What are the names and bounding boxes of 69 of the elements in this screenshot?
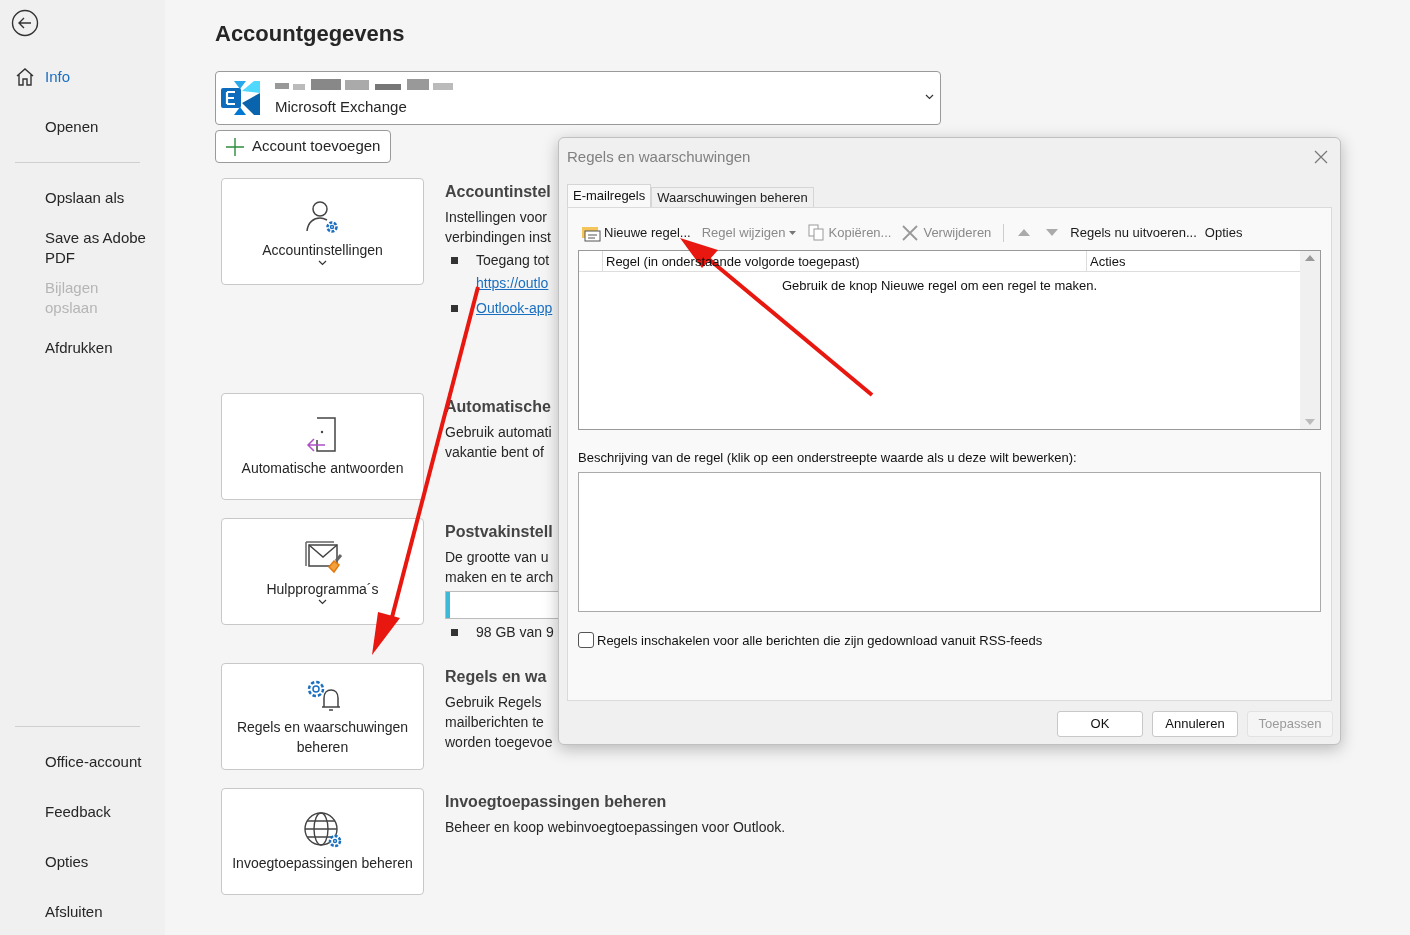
empty-message: Gebruik de knop Nieuwe regel om een regel te maken.	[780, 277, 1099, 295]
delete-icon	[901, 223, 920, 242]
bullet-icon	[451, 628, 458, 636]
sidebar-item[interactable]: Office-account	[0, 737, 150, 787]
tab[interactable]: Waarschuwingen beheren	[651, 187, 814, 207]
section-text: mailberichten te	[445, 713, 545, 732]
envelope-brush-icon	[302, 538, 343, 575]
scroll-up-icon[interactable]	[1305, 255, 1315, 261]
dialog-button[interactable]: OK	[1057, 711, 1143, 737]
triangle-down-icon	[1046, 229, 1059, 236]
section-text: 98 GB van 9	[476, 622, 554, 642]
section-title: Regels en wa	[445, 667, 548, 687]
checkbox[interactable]	[578, 632, 594, 649]
dropdown-chevron-icon	[925, 94, 934, 100]
copy-icon	[807, 224, 825, 241]
link[interactable]: Outlook-app	[476, 297, 553, 319]
toolbar-button[interactable]: Regels nu uitvoeren...	[1066, 222, 1201, 243]
section-text: Instellingen voor	[445, 208, 548, 227]
chevron-down-icon	[318, 259, 327, 266]
section-text: Beheer en koop webinvoegtoepassingen voor Outlook.	[445, 818, 786, 837]
feature-card[interactable]: Invoegtoepassingen beheren	[221, 788, 424, 895]
chevron-down-icon	[318, 598, 327, 605]
account-selector[interactable]: Microsoft Exchange	[215, 71, 941, 125]
account-type: Microsoft Exchange	[275, 96, 407, 117]
sidebar-item[interactable]: Opslaan als	[0, 173, 150, 223]
sidebar-item[interactable]: Afdrukken	[0, 323, 150, 373]
tab[interactable]: E-mailregels	[567, 184, 652, 207]
column-header: Acties	[1089, 253, 1127, 271]
close-button[interactable]	[1314, 150, 1328, 164]
toolbar-button[interactable]: Nieuwe regel...	[578, 222, 694, 243]
home-icon	[15, 67, 35, 87]
triangle-up-icon	[1018, 229, 1031, 236]
sidebar-item[interactable]: Save as Adobe PDF	[0, 223, 150, 273]
add-account-button[interactable]: Account toevoegen	[215, 130, 392, 163]
section-title: Invoegtoepassingen beheren	[445, 792, 668, 812]
toolbar-button[interactable]: Opties	[1200, 222, 1247, 243]
section-text: De grootte van u	[445, 548, 550, 567]
section-text: Gebruik automati	[445, 423, 552, 442]
caret-icon	[788, 230, 796, 235]
section-title: Accountinstel	[445, 182, 552, 202]
description-label: Beschrijving van de regel (klik op een onderstreepte waarde als u deze wilt bewerken):	[578, 449, 1078, 467]
section-text: verbindingen inst	[445, 228, 552, 247]
checkbox-label: Regels inschakelen voor alle berichten die zijn gedownload vanuit RSS-feeds	[597, 631, 1043, 650]
sidebar-item[interactable]: Afsluiten	[0, 887, 150, 935]
feature-card[interactable]: Accountinstellingen	[221, 178, 424, 285]
section-title: Postvakinstell	[445, 522, 554, 542]
section-text: maken en te arch	[445, 568, 555, 587]
dialog-title: Regels en waarschuwingen	[567, 146, 751, 167]
plus-icon	[226, 137, 244, 156]
scroll-down-icon[interactable]	[1305, 419, 1315, 425]
back-button[interactable]	[10, 8, 40, 38]
globe-gear-icon	[302, 810, 343, 849]
sidebar-item[interactable]: Info	[0, 52, 150, 102]
dialog-button[interactable]: Annuleren	[1152, 711, 1238, 737]
sidebar-item[interactable]: Feedback	[0, 787, 150, 837]
exchange-logo-icon	[220, 79, 260, 117]
bullet-icon	[451, 256, 458, 264]
feature-card[interactable]: Automatische antwoorden	[221, 393, 424, 500]
sidebar-item[interactable]: Opties	[0, 837, 150, 887]
page-title: Accountgegevens	[215, 20, 406, 48]
section-text: Gebruik Regels	[445, 693, 543, 712]
feature-card[interactable]: Regels en waarschuwingen beheren	[221, 663, 424, 770]
section-text: Toegang tot	[476, 250, 550, 270]
section-text: worden toegevoe	[445, 733, 553, 752]
link[interactable]: https://outlo	[476, 273, 553, 293]
sidebar-item[interactable]: Openen	[0, 102, 150, 152]
section-text: vakantie bent of	[445, 443, 545, 462]
feature-card[interactable]: Hulpprogramma´s	[221, 518, 424, 625]
bullet-icon	[451, 304, 458, 312]
